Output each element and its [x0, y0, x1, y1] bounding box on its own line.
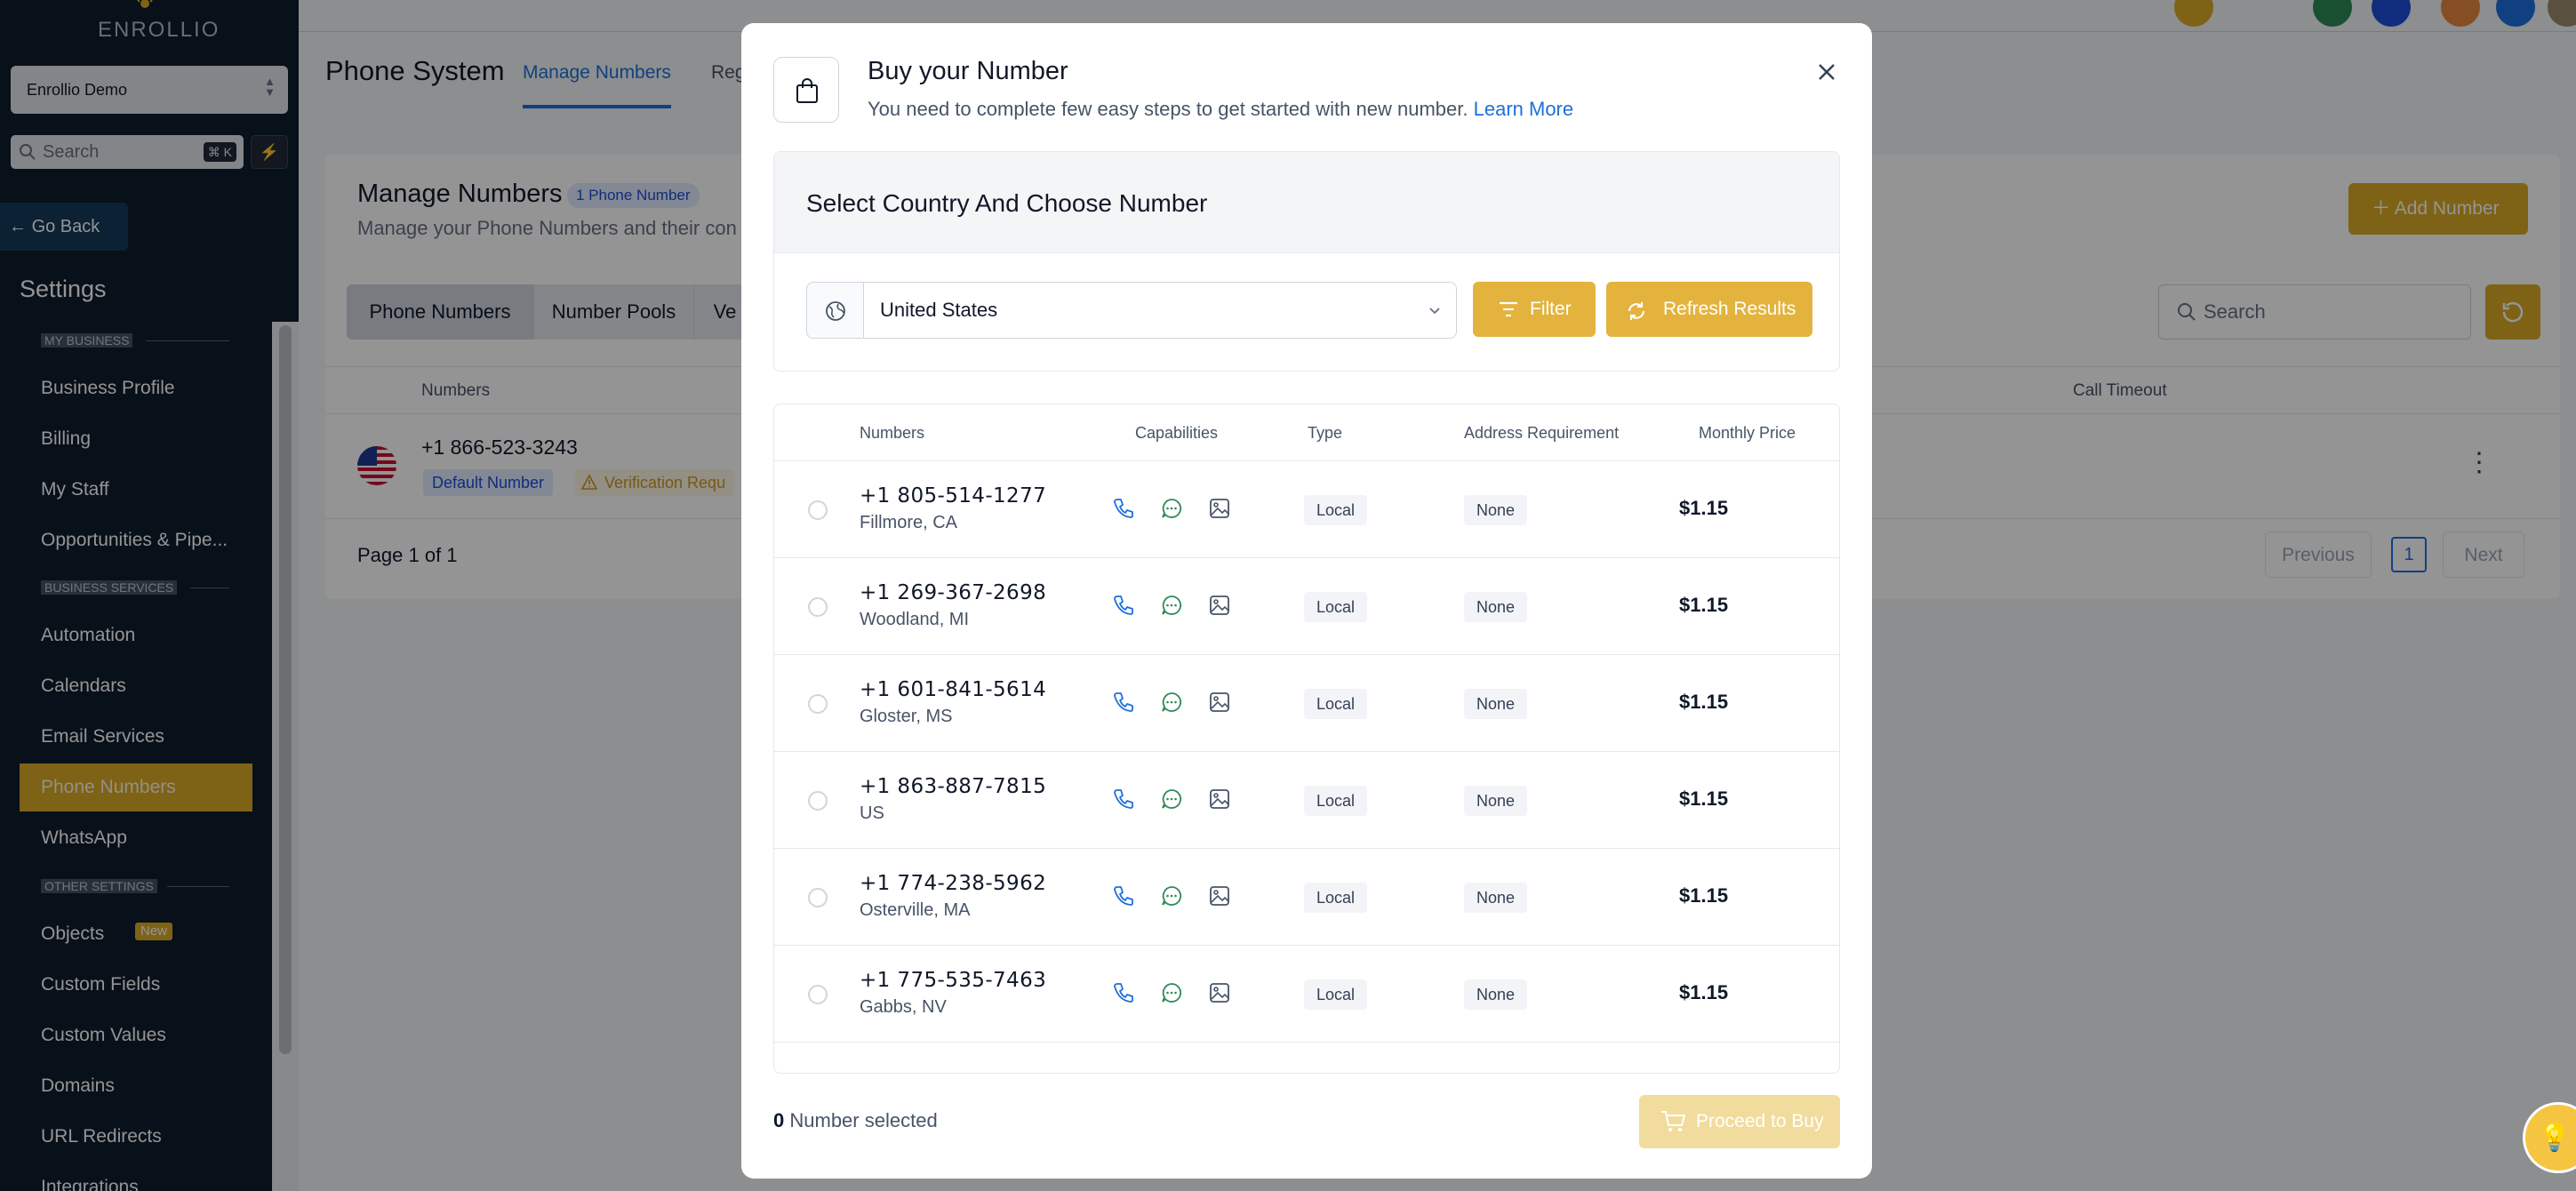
type-badge: Local [1304, 883, 1368, 913]
address-requirement-badge: None [1464, 592, 1528, 622]
sms-capability-icon [1160, 497, 1183, 520]
number-row[interactable]: +1 601-841-5614 Gloster, MS Local None $1.15 [774, 655, 1839, 752]
column-monthly-price: Monthly Price [1699, 424, 1796, 442]
country-select[interactable]: United States [863, 282, 1457, 339]
address-requirement-badge: None [1464, 786, 1528, 816]
column-numbers: Numbers [860, 424, 925, 442]
selected-label: Number selected [789, 1109, 938, 1131]
mms-capability-icon [1208, 691, 1231, 714]
number-location: Osterville, MA [860, 900, 971, 920]
address-requirement-badge: None [1464, 979, 1528, 1010]
mms-capability-icon [1208, 787, 1231, 811]
modal-title: Buy your Number [868, 57, 1068, 85]
voice-capability-icon [1112, 981, 1135, 1004]
voice-capability-icon [1112, 691, 1135, 714]
voice-capability-icon [1112, 884, 1135, 907]
learn-more-link[interactable]: Learn More [1474, 98, 1574, 120]
voice-capability-icon [1112, 497, 1135, 520]
proceed-to-buy-button[interactable]: Proceed to Buy [1639, 1095, 1840, 1148]
monthly-price: $1.15 [1679, 497, 1729, 519]
column-capabilities: Capabilities [1135, 424, 1219, 442]
available-number: +1 601-841-5614 [860, 678, 1047, 701]
monthly-price: $1.15 [1679, 594, 1729, 616]
close-icon[interactable] [1813, 59, 1840, 85]
select-number-radio[interactable] [808, 694, 828, 714]
mms-capability-icon [1208, 884, 1231, 907]
sms-capability-icon [1160, 884, 1183, 907]
available-number: +1 775-535-7463 [860, 969, 1047, 992]
country-value: United States [880, 299, 998, 321]
globe-icon [806, 282, 863, 339]
cart-icon [1661, 1111, 1685, 1131]
number-row[interactable]: +1 863-887-7815 US Local None $1.15 [774, 752, 1839, 849]
number-location: Gloster, MS [860, 707, 953, 726]
type-badge: Local [1304, 495, 1368, 525]
select-number-radio[interactable] [808, 888, 828, 907]
select-number-radio[interactable] [808, 500, 828, 520]
selected-count: 0 [773, 1109, 785, 1131]
select-number-radio[interactable] [808, 985, 828, 1004]
panel-header: Select Country And Choose Number [774, 152, 1839, 253]
number-row[interactable]: +1 775-535-7463 Gabbs, NV Local None $1.15 [774, 946, 1839, 1043]
number-location: Fillmore, CA [860, 513, 958, 532]
number-row[interactable]: +1 805-514-1277 Fillmore, CA Local None $1.1… [774, 461, 1839, 558]
sms-capability-icon [1160, 981, 1183, 1004]
address-requirement-badge: None [1464, 883, 1528, 913]
chevron-down-icon [1429, 308, 1440, 315]
number-row[interactable]: +1 269-367-2698 Woodland, MI Local None $1.1… [774, 558, 1839, 655]
voice-capability-icon [1112, 594, 1135, 617]
type-badge: Local [1304, 689, 1368, 719]
type-badge: Local [1304, 592, 1368, 622]
modal-subtitle: You need to complete few easy steps to g… [868, 98, 1573, 121]
modal-subtitle-text: You need to complete few easy steps to g… [868, 98, 1468, 120]
number-location: US [860, 803, 884, 823]
refresh-label: Refresh Results [1663, 299, 1796, 319]
monthly-price: $1.15 [1679, 884, 1729, 907]
monthly-price: $1.15 [1679, 787, 1729, 810]
column-address-requirement: Address Requirement [1464, 424, 1620, 442]
type-badge: Local [1304, 786, 1368, 816]
filter-button[interactable]: Filter [1473, 282, 1596, 337]
select-number-radio[interactable] [808, 791, 828, 811]
refresh-icon [1628, 302, 1645, 320]
type-badge: Local [1304, 979, 1368, 1010]
mms-capability-icon [1208, 497, 1231, 520]
available-number: +1 805-514-1277 [860, 484, 1047, 508]
refresh-results-button[interactable]: Refresh Results [1606, 282, 1812, 337]
sms-capability-icon [1160, 787, 1183, 811]
available-numbers-list: Numbers Capabilities Type Address Requir… [773, 404, 1840, 1074]
column-type: Type [1308, 424, 1343, 442]
selection-count: 0 Number selected [773, 1109, 938, 1132]
filter-icon [1500, 301, 1517, 317]
available-number: +1 774-238-5962 [860, 872, 1047, 895]
address-requirement-badge: None [1464, 689, 1528, 719]
voice-capability-icon [1112, 787, 1135, 811]
shopping-bag-icon [773, 57, 839, 123]
proceed-label: Proceed to Buy [1696, 1111, 1824, 1131]
country-selection-panel: Select Country And Choose Number United … [773, 151, 1840, 372]
mms-capability-icon [1208, 594, 1231, 617]
available-number: +1 863-887-7815 [860, 775, 1047, 798]
filter-label: Filter [1530, 299, 1572, 319]
mms-capability-icon [1208, 981, 1231, 1004]
monthly-price: $1.15 [1679, 981, 1729, 1003]
number-location: Woodland, MI [860, 610, 970, 629]
number-location: Gabbs, NV [860, 997, 947, 1017]
buy-number-modal: Buy your Number You need to complete few… [741, 23, 1872, 1179]
number-row[interactable]: +1 774-238-5962 Osterville, MA Local None $1… [774, 849, 1839, 946]
sms-capability-icon [1160, 691, 1183, 714]
address-requirement-badge: None [1464, 495, 1528, 525]
list-header: Numbers Capabilities Type Address Requir… [774, 404, 1839, 461]
section-title: Select Country And Choose Number [806, 189, 1208, 217]
available-number: +1 269-367-2698 [860, 581, 1047, 604]
sms-capability-icon [1160, 594, 1183, 617]
monthly-price: $1.15 [1679, 691, 1729, 713]
select-number-radio[interactable] [808, 597, 828, 617]
